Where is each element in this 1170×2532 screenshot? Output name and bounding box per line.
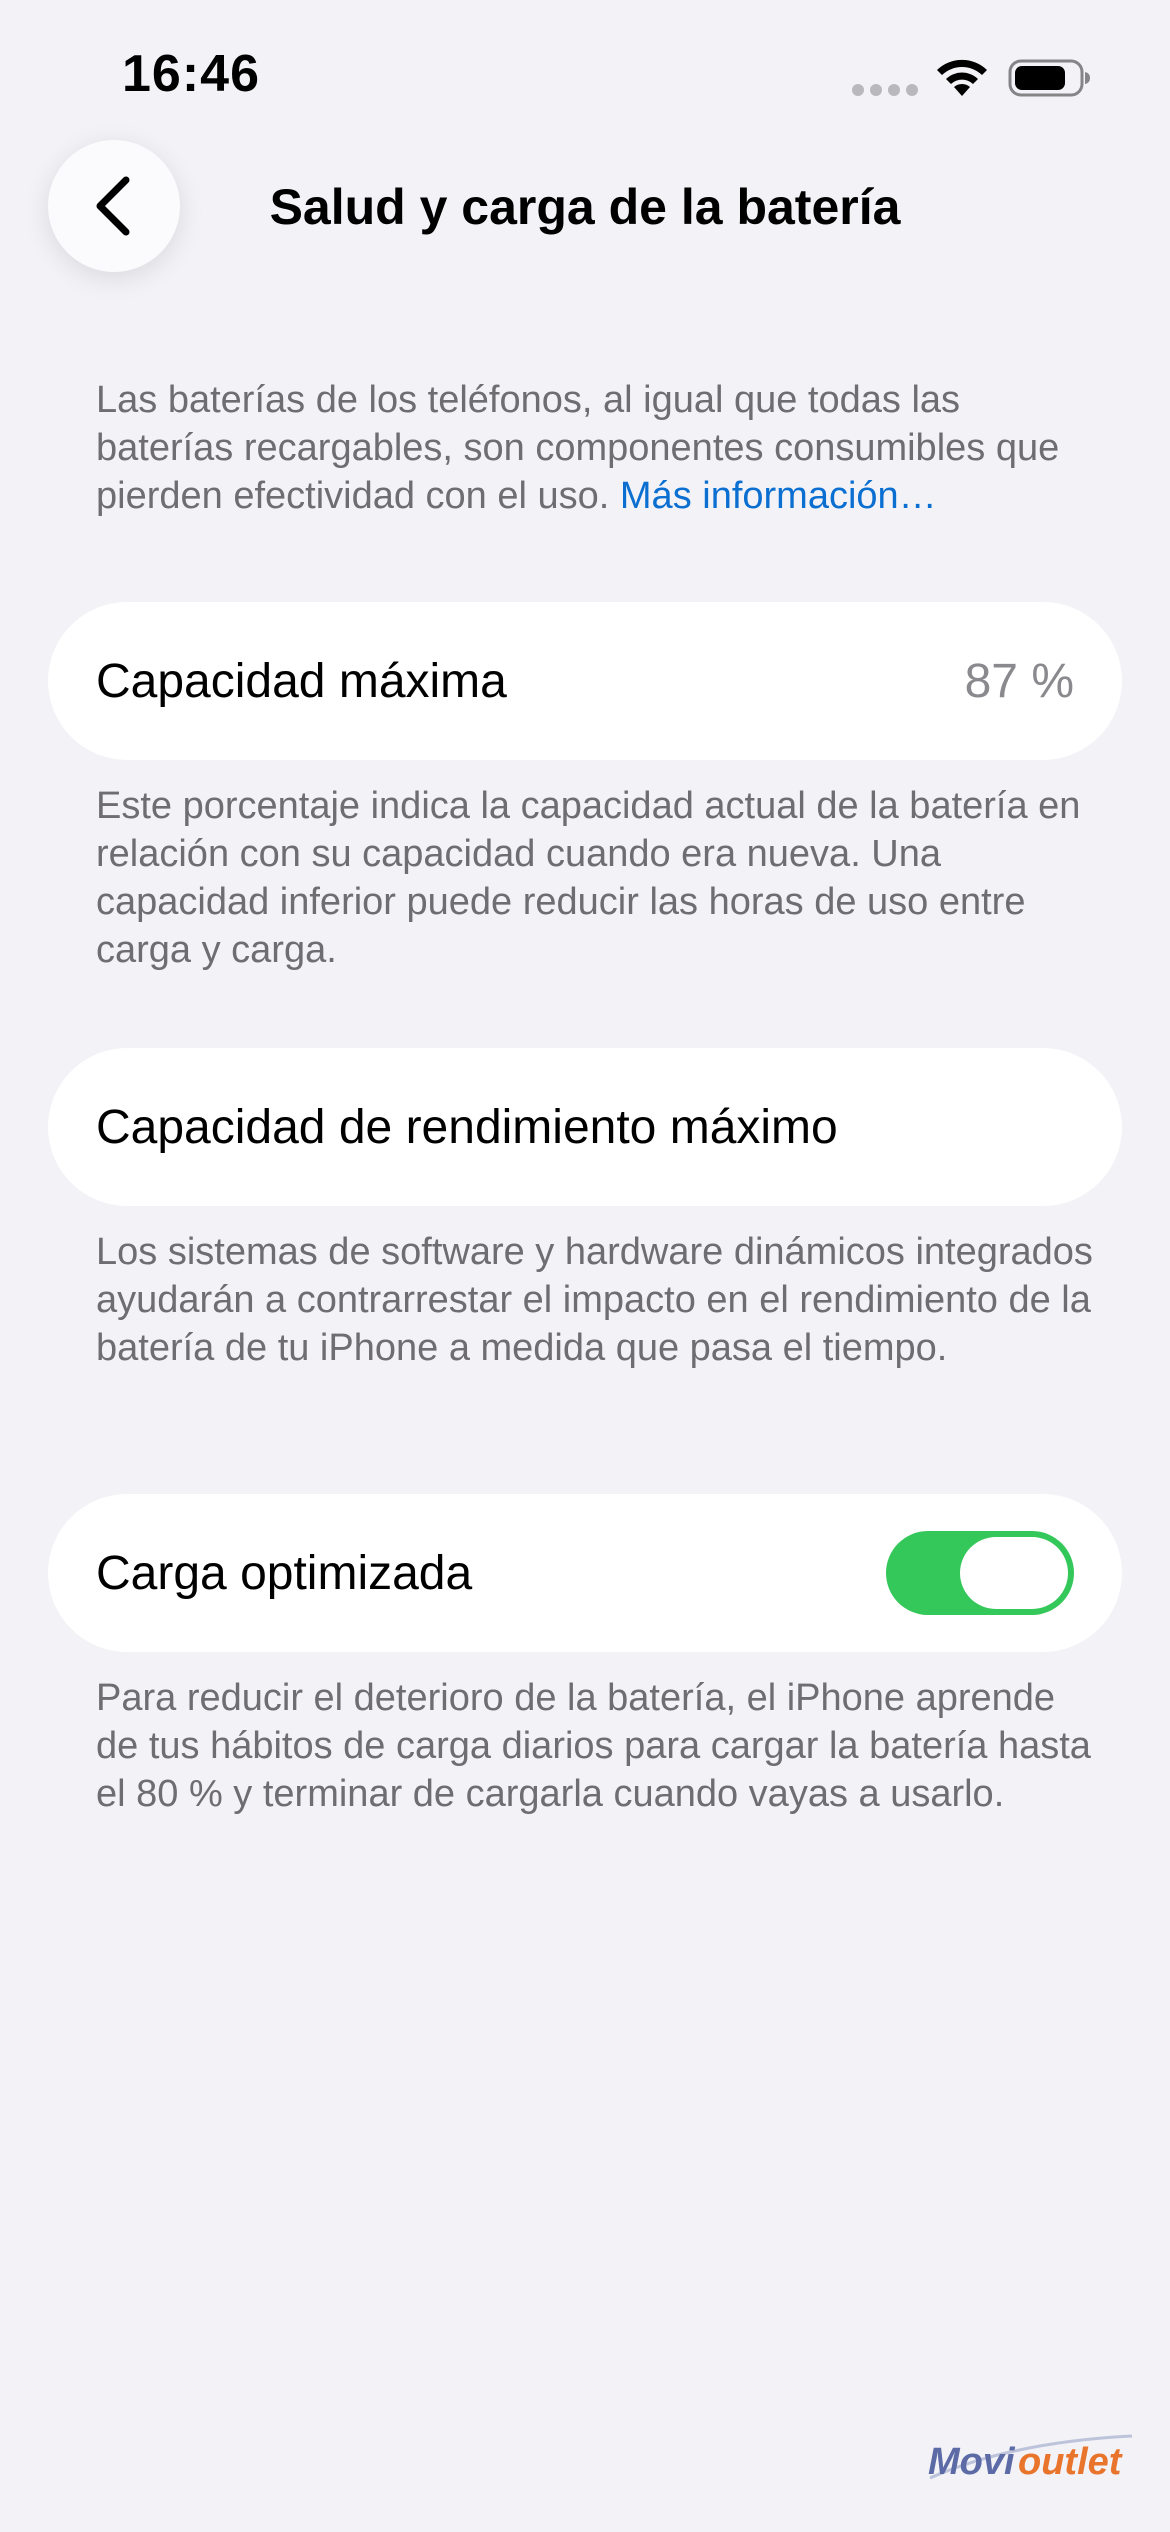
max-capacity-label: Capacidad máxima xyxy=(96,654,507,708)
optimized-charging-row: Carga optimizada xyxy=(48,1494,1122,1652)
wifi-icon xyxy=(937,59,987,96)
peak-performance-row: Capacidad de rendimiento máximo xyxy=(48,1048,1122,1206)
intro-text: Las baterías de los teléfonos, al igual … xyxy=(96,376,1106,520)
page-title: Salud y carga de la batería xyxy=(269,179,901,235)
status-bar: 16:46 xyxy=(0,0,1170,140)
logo-text-outlet: outlet xyxy=(1018,2441,1123,2483)
status-time: 16:46 xyxy=(122,45,260,103)
optimized-charging-label: Carga optimizada xyxy=(96,1546,473,1600)
optimized-charging-footnote: Para reducir el deterioro de la batería,… xyxy=(96,1677,1091,1815)
more-info-link[interactable]: Más información… xyxy=(620,475,937,517)
max-capacity-footnote: Este porcentaje indica la capacidad actu… xyxy=(96,785,1081,971)
peak-performance-footnote: Los sistemas de software y hardware diná… xyxy=(96,1231,1093,1369)
max-capacity-value: 87 % xyxy=(964,654,1074,708)
logo-text-movi: Movi xyxy=(928,2441,1016,2483)
signal-dots-icon xyxy=(852,84,918,96)
toggle-knob xyxy=(960,1537,1068,1609)
peak-performance-label: Capacidad de rendimiento máximo xyxy=(96,1100,838,1154)
max-capacity-row: Capacidad máxima 87 % xyxy=(48,602,1122,760)
battery-icon xyxy=(1008,59,1090,97)
moviloutlet-logo: Movi outlet xyxy=(928,2434,1133,2483)
optimized-charging-toggle[interactable] xyxy=(886,1531,1074,1615)
